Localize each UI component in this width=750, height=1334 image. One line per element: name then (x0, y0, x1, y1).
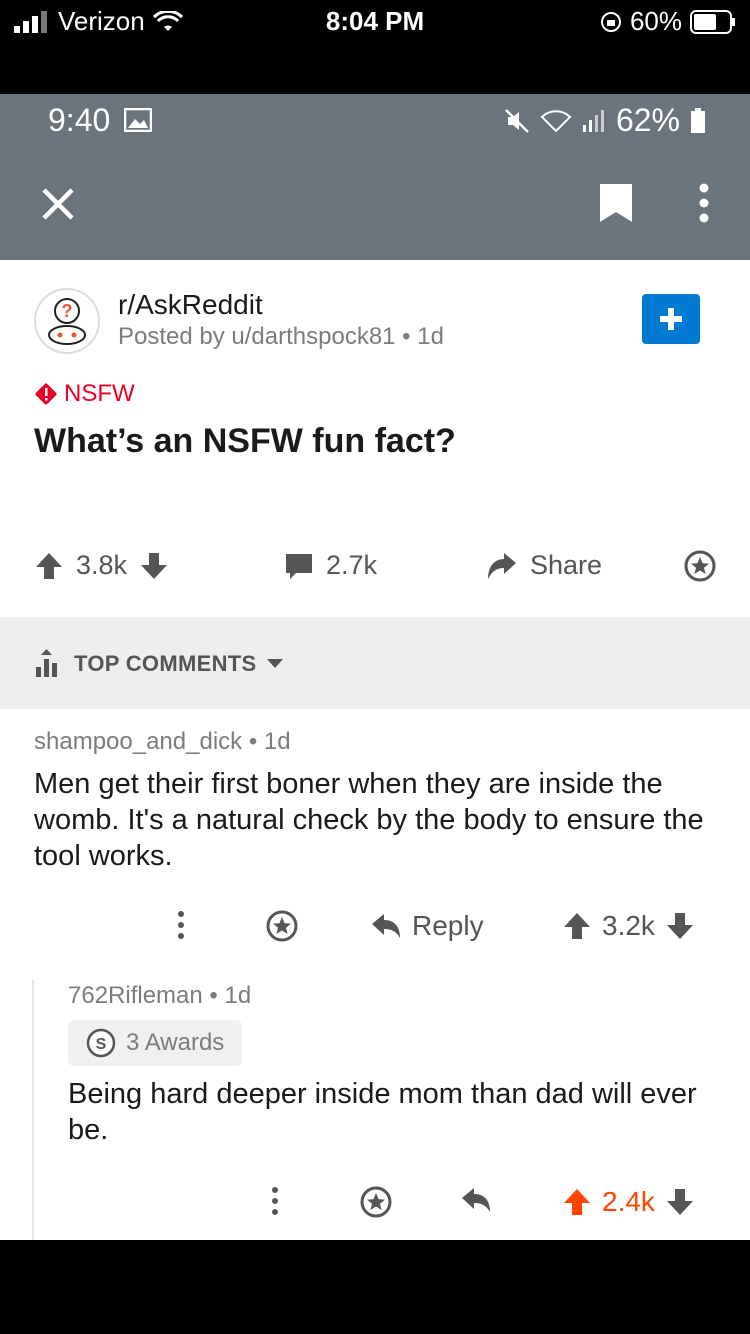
silver-award-icon: S (86, 1028, 116, 1058)
award-icon (684, 550, 716, 582)
comment-reply-button[interactable]: Reply (370, 910, 484, 942)
chevron-down-icon (267, 659, 284, 668)
awards-badge[interactable]: S 3 Awards (68, 1020, 243, 1066)
award-icon (266, 910, 298, 942)
comment-body: Being hard deeper inside mom than dad wi… (68, 1078, 697, 1146)
comment-score: 3.2k (602, 910, 655, 941)
orientation-lock-icon (600, 11, 621, 32)
comment-top-level: shampoo_and_dick • 1d Men get their firs… (34, 728, 724, 874)
upvote-icon[interactable] (562, 911, 592, 941)
upvote-icon-active[interactable] (562, 1187, 592, 1217)
android-status-bar: 9:40 62% (0, 94, 750, 146)
nsfw-tag: NSFW (34, 380, 135, 408)
close-button[interactable] (36, 182, 80, 226)
award-post-button[interactable] (684, 550, 716, 582)
reply-label: Reply (412, 910, 484, 941)
post-header-text: r/AskReddit Posted by u/darthspock81 • 1… (118, 288, 444, 354)
comment-score: 2.4k (602, 1186, 655, 1217)
save-post-button[interactable] (596, 180, 636, 226)
downvote-icon[interactable] (139, 551, 169, 581)
app-toolbar (0, 146, 750, 260)
reply-arrow-icon (372, 914, 400, 938)
more-vertical-icon (178, 911, 184, 939)
android-wifi-icon (540, 109, 572, 132)
close-icon (42, 188, 74, 220)
more-vertical-icon (272, 1187, 278, 1215)
comments-button[interactable]: 2.7k (284, 550, 377, 581)
comment-body: Men get their first boner when they are … (34, 768, 704, 872)
ios-status-right: 60% (600, 6, 736, 37)
ios-battery-percent: 60% (629, 6, 682, 36)
android-battery-icon (691, 107, 705, 133)
post-title: What’s an NSFW fun fact? (34, 422, 456, 460)
downvote-icon[interactable] (665, 1187, 695, 1217)
bookmark-icon (600, 184, 632, 222)
ios-status-bar: Verizon 8:04 PM 60% (0, 0, 750, 94)
mute-icon (505, 108, 529, 133)
reply-action-bar: 2.4k (0, 1186, 750, 1226)
comment-meta[interactable]: shampoo_and_dick • 1d (34, 728, 724, 756)
awards-count: 3 Awards (126, 1029, 225, 1056)
nsfw-label: NSFW (64, 380, 135, 407)
comment-meta[interactable]: 762Rifleman • 1d (68, 982, 718, 1010)
post-score: 3.8k (76, 550, 128, 580)
comment-action-bar: Reply 3.2k (0, 910, 750, 950)
android-battery-percent: 62% (615, 102, 680, 138)
top-sort-icon (36, 649, 57, 677)
subreddit-name[interactable]: r/AskReddit (118, 288, 444, 322)
comment-award-button[interactable] (266, 910, 298, 942)
comment-vote-controls: 2.4k (562, 1186, 695, 1218)
award-icon (360, 1186, 392, 1218)
comment-more-button[interactable] (270, 1186, 280, 1216)
more-options-button[interactable] (692, 180, 716, 226)
comment-bubble-icon (286, 553, 312, 579)
comment-count: 2.7k (326, 550, 378, 580)
join-subreddit-button[interactable] (642, 294, 700, 344)
comment-more-button[interactable] (176, 910, 186, 940)
comment-sort-bar: TOP COMMENTS (0, 617, 750, 709)
sort-dropdown[interactable]: TOP COMMENTS (34, 649, 284, 679)
post-content: ? r/AskReddit Posted by u/darthspock81 •… (0, 260, 750, 1240)
share-label: Share (530, 550, 603, 580)
post-byline[interactable]: Posted by u/darthspock81 • 1d (118, 322, 444, 352)
svg-text:S: S (96, 1036, 107, 1053)
reply-arrow-icon (462, 1188, 490, 1212)
battery-icon (690, 9, 735, 34)
upvote-icon[interactable] (34, 551, 64, 581)
sort-label: TOP COMMENTS (74, 651, 257, 676)
android-signal-icon (582, 109, 604, 132)
askreddit-snoo-icon: ? (48, 298, 86, 345)
plus-icon (660, 308, 682, 330)
bottom-black-area (0, 1240, 750, 1334)
android-clock: 9:40 (48, 102, 111, 138)
android-status-right: 62% (504, 102, 706, 139)
comment-vote-controls: 3.2k (562, 910, 695, 942)
post-action-bar: 3.8k 2.7k Share (0, 550, 750, 586)
downvote-icon[interactable] (665, 911, 695, 941)
post-vote-controls: 3.8k (34, 550, 169, 581)
share-button[interactable]: Share (486, 550, 602, 581)
subreddit-avatar[interactable]: ? (34, 288, 100, 354)
comment-reply: 762Rifleman • 1d S 3 Awards Being hard d… (68, 982, 718, 1148)
share-arrow-icon (488, 552, 516, 579)
comment-award-button[interactable] (360, 1186, 392, 1218)
more-vertical-icon (699, 183, 709, 223)
comment-reply-button[interactable] (460, 1186, 492, 1214)
svg-text:?: ? (62, 301, 73, 321)
image-notification-icon (124, 108, 152, 132)
nsfw-warning-icon (35, 383, 57, 405)
post-header: ? r/AskReddit Posted by u/darthspock81 •… (34, 288, 444, 354)
